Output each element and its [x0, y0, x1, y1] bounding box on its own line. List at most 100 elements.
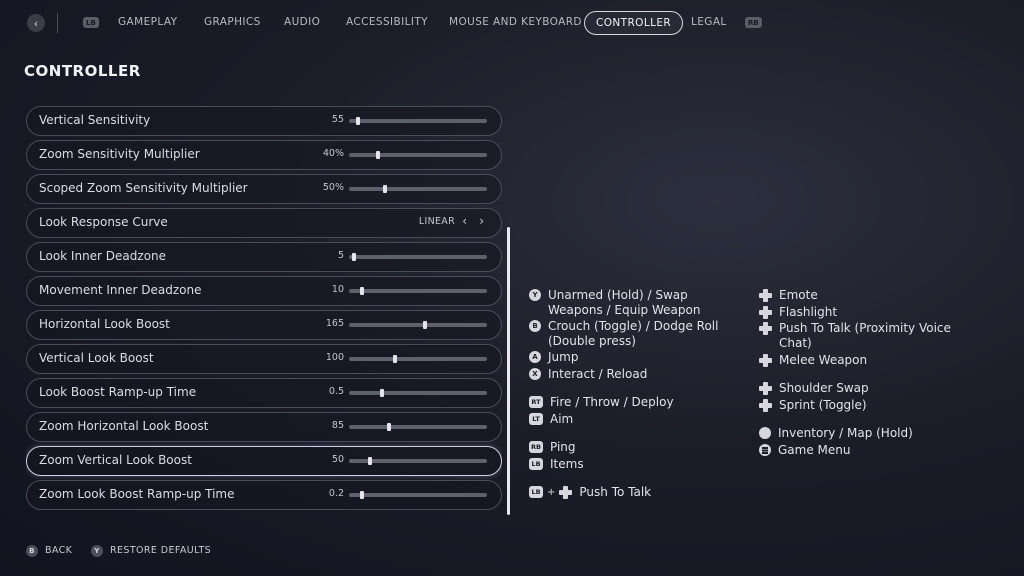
slider-thumb[interactable] [355, 117, 360, 125]
setting-row[interactable]: Look Boost Ramp-up Time 0.5 [26, 378, 502, 408]
setting-row[interactable]: Vertical Sensitivity 55 [26, 106, 502, 136]
rb-bumper-icon: RB [529, 441, 543, 453]
tab-controller[interactable]: CONTROLLER [584, 11, 684, 35]
right-stick-icon [759, 382, 772, 395]
binding-text: Push To Talk (Proximity Voice Chat) [779, 321, 951, 350]
slider-thumb[interactable] [375, 151, 380, 159]
chevron-right-icon[interactable]: › [479, 214, 484, 228]
slider-thumb[interactable] [359, 491, 364, 499]
dpad-left-icon [759, 354, 772, 367]
a-button-icon: A [529, 351, 541, 363]
slider-track[interactable] [349, 457, 487, 465]
view-button-icon [759, 427, 771, 439]
x-button-icon: X [529, 368, 541, 380]
binding-item: Melee Weapon [759, 353, 867, 368]
binding-item: RB Ping [529, 440, 576, 455]
setting-value: 0.5 [328, 386, 344, 397]
slider-track[interactable] [349, 423, 487, 431]
binding-text: Shoulder Swap [779, 381, 869, 395]
binding-item: B Crouch (Toggle) / Dodge Roll (Double p… [529, 319, 719, 349]
setting-row-selected[interactable]: Zoom Vertical Look Boost 50 [26, 446, 502, 476]
slider-track[interactable] [349, 355, 487, 363]
settings-list[interactable]: Vertical Sensitivity 55 Zoom Sensitivity… [26, 98, 502, 514]
binding-item: Push To Talk (Proximity Voice Chat) [759, 321, 959, 351]
setting-label: Horizontal Look Boost [39, 317, 170, 331]
binding-text: Fire / Throw / Deploy [550, 395, 674, 409]
back-arrow-button[interactable]: ‹ [27, 14, 45, 32]
dpad-up-icon [759, 289, 772, 302]
slider-thumb[interactable] [393, 355, 398, 363]
binding-text: Interact / Reload [548, 367, 648, 381]
list-scrollbar[interactable] [507, 227, 510, 515]
restore-defaults-label: RESTORE DEFAULTS [110, 545, 212, 556]
dpad-icon [559, 486, 573, 499]
slider-thumb[interactable] [351, 253, 356, 261]
slider-track[interactable] [349, 117, 487, 125]
setting-label: Zoom Vertical Look Boost [39, 453, 192, 467]
tab-graphics[interactable]: GRAPHICS [204, 11, 261, 33]
tab-audio[interactable]: AUDIO [284, 11, 320, 33]
tab-gameplay[interactable]: GAMEPLAY [118, 11, 177, 33]
binding-item: Game Menu [759, 443, 851, 458]
setting-row[interactable]: Horizontal Look Boost 165 [26, 310, 502, 340]
setting-label: Zoom Look Boost Ramp-up Time [39, 487, 235, 501]
binding-text: Sprint (Toggle) [779, 398, 867, 412]
binding-text: Game Menu [778, 443, 851, 457]
page-title: CONTROLLER [24, 62, 141, 80]
divider [57, 13, 58, 33]
slider-thumb[interactable] [359, 287, 364, 295]
setting-label: Scoped Zoom Sensitivity Multiplier [39, 181, 248, 195]
setting-value: 0.2 [328, 488, 344, 499]
chevron-left-icon[interactable]: ‹ [462, 214, 467, 228]
lb-bumper-icon: LB [83, 17, 99, 28]
tab-accessibility[interactable]: ACCESSIBILITY [346, 11, 428, 33]
setting-row[interactable]: Vertical Look Boost 100 [26, 344, 502, 374]
slider-track[interactable] [349, 389, 487, 397]
binding-item: LB + Push To Talk [529, 485, 651, 500]
slider-thumb[interactable] [422, 321, 427, 329]
setting-label: Vertical Look Boost [39, 351, 154, 365]
slider-thumb[interactable] [382, 185, 387, 193]
setting-value: 85 [331, 420, 344, 431]
slider-thumb[interactable] [379, 389, 384, 397]
setting-row[interactable]: Look Response Curve LINEAR ‹ › [26, 208, 502, 238]
slider-track[interactable] [349, 321, 487, 329]
setting-row[interactable]: Zoom Look Boost Ramp-up Time 0.2 [26, 480, 502, 510]
setting-row[interactable]: Zoom Sensitivity Multiplier 40% [26, 140, 502, 170]
b-button-icon: B [26, 545, 38, 557]
slider-track[interactable] [349, 491, 487, 499]
setting-row[interactable]: Zoom Horizontal Look Boost 85 [26, 412, 502, 442]
binding-item: Sprint (Toggle) [759, 398, 867, 413]
binding-text: Jump [548, 350, 579, 364]
slider-thumb[interactable] [386, 423, 391, 431]
binding-text: Melee Weapon [779, 353, 868, 367]
binding-item: RT Fire / Throw / Deploy [529, 395, 674, 410]
tab-legal[interactable]: LEGAL [691, 11, 727, 33]
left-stick-icon [759, 399, 772, 412]
setting-value: 5 [337, 250, 344, 261]
slider-track[interactable] [349, 151, 487, 159]
slider-track[interactable] [349, 185, 487, 193]
setting-value: 50% [322, 182, 344, 193]
back-button[interactable]: B BACK [26, 544, 72, 557]
setting-row[interactable]: Look Inner Deadzone 5 [26, 242, 502, 272]
top-navigation: ‹ LB GAMEPLAY GRAPHICS AUDIO ACCESSIBILI… [0, 0, 1024, 44]
binding-text: Ping [550, 440, 576, 454]
setting-label: Look Inner Deadzone [39, 249, 167, 263]
binding-item: Flashlight [759, 305, 837, 320]
binding-text: Crouch (Toggle) / Dodge Roll (Double pre… [548, 319, 719, 348]
slider-track[interactable] [349, 287, 487, 295]
setting-row[interactable]: Scoped Zoom Sensitivity Multiplier 50% [26, 174, 502, 204]
slider-track[interactable] [349, 253, 487, 261]
menu-button-icon [759, 444, 771, 456]
slider-thumb[interactable] [367, 457, 372, 465]
tab-mouse-and-keyboard[interactable]: MOUSE AND KEYBOARD [449, 11, 582, 33]
setting-row[interactable]: Movement Inner Deadzone 10 [26, 276, 502, 306]
rb-bumper-icon: RB [745, 17, 762, 28]
binding-text: Items [550, 457, 584, 471]
restore-defaults-button[interactable]: Y RESTORE DEFAULTS [91, 544, 211, 557]
binding-text: Unarmed (Hold) / Swap Weapons / Equip We… [548, 288, 701, 317]
lb-bumper-icon: LB [529, 458, 543, 470]
back-label: BACK [45, 545, 73, 556]
setting-label: Zoom Horizontal Look Boost [39, 419, 209, 433]
